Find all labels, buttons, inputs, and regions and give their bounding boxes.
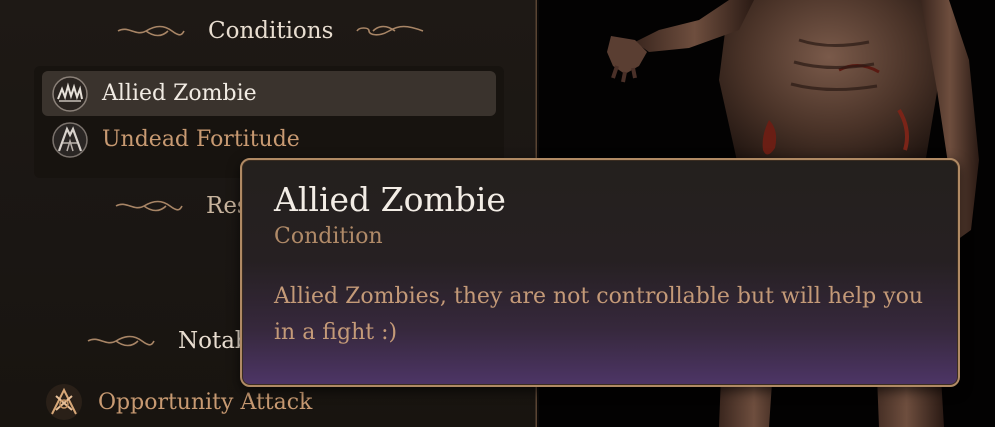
condition-label: Allied Zombie <box>102 81 257 106</box>
tooltip-title: Allied Zombie <box>274 180 506 219</box>
condition-item-allied-zombie[interactable]: Allied Zombie <box>42 71 496 116</box>
flourish-right-icon <box>356 25 424 36</box>
flourish-left-icon <box>115 200 183 212</box>
flourish-left-icon <box>87 335 155 347</box>
notable-section-header: Notab <box>86 328 250 354</box>
condition-label: Undead Fortitude <box>102 127 300 152</box>
notable-title: Notab <box>178 328 250 354</box>
tooltip-description: Allied Zombies, they are not controllabl… <box>274 284 924 346</box>
conditions-title: Conditions <box>208 18 334 44</box>
opportunity-attack-icon <box>42 380 86 424</box>
flourish-left-icon <box>117 25 185 37</box>
tooltip-subtitle: Condition <box>274 224 383 250</box>
resistances-section-header: Res <box>114 193 249 219</box>
condition-tooltip: Allied Zombie Condition Allied Zombies, … <box>240 158 960 387</box>
undead-fortitude-icon <box>50 120 90 160</box>
conditions-section-header: Conditions <box>116 18 425 44</box>
allied-zombie-icon <box>50 74 90 114</box>
condition-item-undead-fortitude[interactable]: Undead Fortitude <box>42 117 496 162</box>
notable-label: Opportunity Attack <box>98 389 313 415</box>
